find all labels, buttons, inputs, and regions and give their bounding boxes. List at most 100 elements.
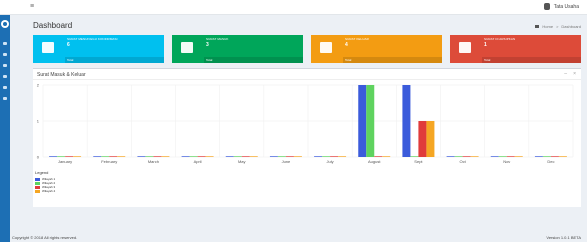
- sidebar-item-2[interactable]: [3, 53, 7, 56]
- bar: [410, 156, 419, 157]
- bar: [57, 156, 66, 157]
- bar: [285, 156, 294, 157]
- sign-out-icon: [459, 42, 471, 53]
- user-name: Tata Usaha: [553, 3, 579, 10]
- x-tick-label: January: [58, 159, 72, 164]
- stat-count: 1: [484, 42, 487, 48]
- bar: [197, 156, 206, 157]
- bar: [366, 85, 375, 157]
- y-tick-label: 2: [37, 83, 40, 88]
- bar: [462, 156, 471, 157]
- bar: [418, 121, 427, 157]
- legend-swatch: [35, 177, 40, 181]
- stat-footer[interactable]: Total: [204, 57, 303, 63]
- stat-boxes: SURAT MENUNGGU KONFIRMASI 6 Total SURAT …: [33, 35, 581, 63]
- bar: [358, 85, 367, 157]
- bar: [534, 156, 543, 157]
- bar: [506, 156, 515, 157]
- minus-icon[interactable]: –: [564, 71, 567, 77]
- x-tick-label: Oct: [459, 159, 466, 164]
- stat-label: SURAT MASUK: [206, 37, 229, 41]
- bar: [498, 156, 507, 157]
- bar: [454, 156, 463, 157]
- bar: [426, 121, 435, 157]
- hamburger-icon[interactable]: ≡: [30, 3, 34, 11]
- stat-footer[interactable]: Total: [65, 57, 164, 63]
- chart-legend: Legend Wilayah 1 Wilayah 2 Wilayah 3 Wilaya…: [35, 170, 55, 193]
- footer: Copyright © 2018 All rights reserved. Ve…: [10, 231, 587, 242]
- bar: [117, 156, 126, 157]
- sidebar-item-4[interactable]: [3, 75, 7, 78]
- stat-label: SURAT MENUNGGU KONFIRMASI: [67, 37, 118, 41]
- stat-count: 6: [67, 42, 70, 48]
- legend-title: Legend: [35, 170, 49, 175]
- legend-swatch: [35, 185, 40, 189]
- bar: [514, 156, 523, 157]
- copyright-text: Copyright © 2018 All rights reserved.: [12, 235, 78, 240]
- stat-box-konfirmasi[interactable]: SURAT MENUNGGU KONFIRMASI 6 Total: [33, 35, 164, 63]
- bar: [241, 156, 250, 157]
- y-tick-label: 0: [37, 155, 40, 160]
- times-icon[interactable]: ×: [573, 71, 576, 77]
- chart-panel-title: Surat Masuk & Keluar: [37, 72, 86, 78]
- stat-count: 3: [206, 42, 209, 48]
- page-title: Dashboard: [33, 21, 73, 30]
- bar: [550, 156, 559, 157]
- sidebar-item-6[interactable]: [3, 97, 7, 100]
- bar: [137, 156, 146, 157]
- bar: [233, 156, 242, 157]
- stat-count: 4: [345, 42, 348, 48]
- bar: [225, 156, 234, 157]
- stat-footer[interactable]: Total: [343, 57, 442, 63]
- bar: [189, 156, 198, 157]
- x-tick-label: April: [194, 159, 202, 164]
- stat-footer[interactable]: Total: [482, 57, 581, 63]
- legend-item: Wilayah 4: [35, 189, 55, 193]
- breadcrumb-current: Dashboard: [561, 24, 581, 29]
- sidebar-item-5[interactable]: [3, 86, 7, 89]
- user-menu[interactable]: Tata Usaha: [543, 3, 579, 10]
- user-edit-icon: [42, 42, 54, 53]
- breadcrumb: Home > Dashboard: [535, 24, 581, 29]
- legend-swatch: [35, 181, 40, 185]
- bar-chart: 0 1 2 January February March April May June July A…: [37, 83, 574, 164]
- bar: [153, 156, 162, 157]
- breadcrumb-home[interactable]: Home: [542, 24, 553, 29]
- legend-label: Wilayah 4: [42, 189, 56, 193]
- x-tick-label: July: [327, 159, 334, 164]
- stat-box-arsip[interactable]: SURAT DI ARSIPKAN 1 Total: [450, 35, 581, 63]
- x-tick-label: August: [368, 159, 381, 164]
- x-tick-label: May: [238, 159, 246, 164]
- bar: [73, 156, 82, 157]
- version-text: Version 1.0.1 BETA: [546, 235, 581, 240]
- x-tick-label: March: [148, 159, 159, 164]
- bar: [382, 156, 391, 157]
- bar: [109, 156, 118, 157]
- sidebar: [0, 15, 10, 242]
- stat-box-masuk[interactable]: SURAT MASUK 3 Total: [172, 35, 303, 63]
- bar: [49, 156, 58, 157]
- x-tick-label: Sept: [414, 159, 423, 164]
- sidebar-item-1[interactable]: [3, 42, 7, 45]
- stat-box-keluar[interactable]: SURAT KELUAR 4 Total: [311, 35, 442, 63]
- bar: [374, 156, 383, 157]
- logo-icon: [1, 20, 9, 28]
- bar: [542, 156, 551, 157]
- bar: [277, 156, 286, 157]
- avatar: [543, 3, 550, 10]
- bar: [249, 156, 258, 157]
- x-tick-label: Nov: [503, 159, 510, 164]
- bar: [293, 156, 302, 157]
- bar: [101, 156, 110, 157]
- bar: [402, 85, 411, 157]
- stat-label: SURAT DI ARSIPKAN: [484, 37, 516, 41]
- bar: [314, 156, 323, 157]
- legend-swatch: [35, 189, 40, 193]
- home-icon: [535, 25, 540, 28]
- bar: [145, 156, 154, 157]
- inbox-download-icon: [181, 42, 193, 53]
- sidebar-item-3[interactable]: [3, 64, 7, 67]
- outbox-icon: [320, 42, 332, 53]
- bar: [338, 156, 347, 157]
- stat-label: SURAT KELUAR: [345, 37, 369, 41]
